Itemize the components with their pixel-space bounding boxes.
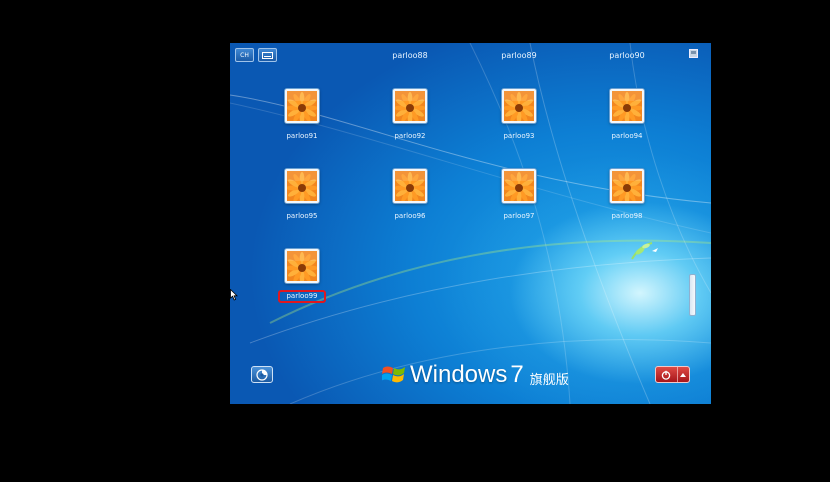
bird-leaf-decoration bbox=[631, 242, 660, 260]
user-label-partial[interactable]: parloo89 bbox=[479, 51, 559, 60]
user-tile[interactable]: parloo96 bbox=[370, 169, 450, 229]
flower-avatar-icon[interactable] bbox=[502, 169, 536, 203]
user-name: parloo94 bbox=[611, 132, 643, 140]
scrollbar-thumb[interactable] bbox=[689, 274, 696, 316]
user-tile[interactable]: parloo91 bbox=[262, 89, 342, 149]
input-language-label: CH bbox=[240, 51, 249, 59]
user-tile[interactable]: parloo94 bbox=[587, 89, 667, 149]
windows-branding: Windows 7 旗舰版 bbox=[382, 360, 569, 390]
on-screen-keyboard-button[interactable] bbox=[258, 48, 277, 62]
mouse-cursor-icon bbox=[230, 289, 238, 301]
user-tile[interactable]: parloo99 bbox=[262, 249, 342, 309]
flower-avatar-icon[interactable] bbox=[285, 249, 319, 283]
user-name: parloo92 bbox=[394, 132, 426, 140]
shutdown-button[interactable] bbox=[655, 366, 690, 383]
shutdown-options-button[interactable] bbox=[678, 367, 689, 382]
window-icon bbox=[689, 49, 698, 58]
flower-avatar-icon[interactable] bbox=[502, 89, 536, 123]
user-name: parloo93 bbox=[503, 132, 535, 140]
ease-of-access-icon bbox=[256, 368, 268, 381]
brand-version: 7 bbox=[510, 361, 524, 388]
user-label-partial[interactable]: parloo88 bbox=[370, 51, 450, 60]
user-tile[interactable]: parloo92 bbox=[370, 89, 450, 149]
user-name: parloo98 bbox=[611, 212, 643, 220]
brand-word: Windows bbox=[410, 361, 508, 388]
flower-avatar-icon[interactable] bbox=[285, 89, 319, 123]
user-tile[interactable]: parloo98 bbox=[587, 169, 667, 229]
brand-edition: 旗舰版 bbox=[529, 372, 569, 388]
flower-avatar-icon[interactable] bbox=[610, 169, 644, 203]
input-language-button[interactable]: CH bbox=[235, 48, 254, 62]
user-tile[interactable]: parloo93 bbox=[479, 89, 559, 149]
user-tile[interactable]: parloo97 bbox=[479, 169, 559, 229]
login-screen: CH parloo88 parloo89 parloo90 parloo91 pa… bbox=[230, 43, 711, 404]
ease-of-access-button[interactable] bbox=[251, 366, 273, 383]
selected-user-name: parloo99 bbox=[278, 290, 326, 303]
flower-avatar-icon[interactable] bbox=[393, 89, 427, 123]
keyboard-icon bbox=[262, 51, 273, 59]
user-label-partial[interactable]: parloo90 bbox=[587, 51, 667, 60]
flower-avatar-icon[interactable] bbox=[610, 89, 644, 123]
power-icon-segment[interactable] bbox=[656, 367, 678, 382]
user-name: parloo97 bbox=[503, 212, 535, 220]
flower-avatar-icon[interactable] bbox=[393, 169, 427, 203]
flower-avatar-icon[interactable] bbox=[285, 169, 319, 203]
user-name: parloo96 bbox=[394, 212, 426, 220]
user-tile[interactable]: parloo95 bbox=[262, 169, 342, 229]
chevron-up-icon bbox=[680, 372, 687, 377]
user-name: parloo91 bbox=[286, 132, 318, 140]
windows-logo-icon bbox=[382, 366, 405, 383]
power-icon bbox=[662, 370, 671, 380]
user-name: parloo95 bbox=[286, 212, 318, 220]
